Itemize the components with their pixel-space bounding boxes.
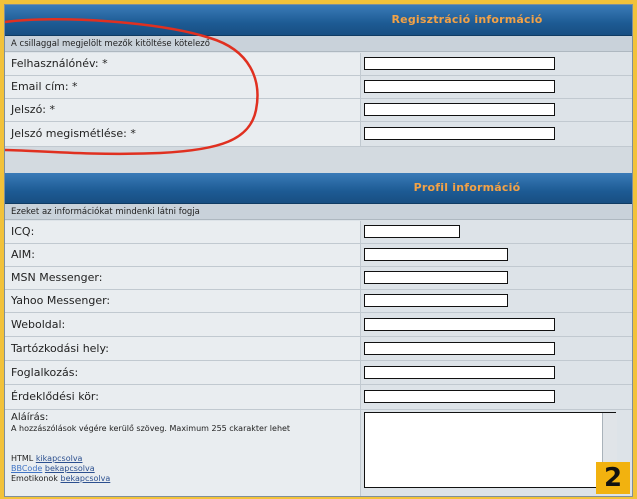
yahoo-input[interactable] xyxy=(364,294,508,307)
yahoo-label: Yahoo Messenger: xyxy=(11,294,111,307)
form-frame: Regisztráció információ A csillaggal meg… xyxy=(4,4,633,497)
msn-row: MSN Messenger: xyxy=(5,267,632,290)
msn-input[interactable] xyxy=(364,271,508,284)
signature-label: Aláírás: xyxy=(11,412,49,423)
profile-header: Profil információ xyxy=(5,173,632,204)
username-label: Felhasználónév: * xyxy=(11,57,108,70)
username-input[interactable] xyxy=(364,57,555,70)
email-label: Email cím: * xyxy=(11,80,78,93)
profile-title: Profil információ xyxy=(413,181,521,194)
html-prefix: HTML xyxy=(11,454,34,463)
occupation-input[interactable] xyxy=(364,366,555,379)
interests-label: Érdeklődési kör: xyxy=(11,390,99,403)
emoticons-status: Emotikonok bekapcsolva xyxy=(11,474,110,483)
aim-label: AIM: xyxy=(11,248,35,261)
password-confirm-label: Jelszó megismétlése: * xyxy=(11,127,136,140)
msn-label: MSN Messenger: xyxy=(11,271,103,284)
icq-input[interactable] xyxy=(364,225,460,238)
profile-note: Ezeket az információkat mindenki látni f… xyxy=(5,204,632,220)
signature-row: Aláírás: A hozzászólások végére kerülő s… xyxy=(5,410,632,496)
signature-textarea[interactable] xyxy=(364,412,616,488)
section-gap xyxy=(5,147,632,173)
emoticons-state-link[interactable]: bekapcsolva xyxy=(61,474,111,483)
html-status: HTML kikapcsolva xyxy=(11,454,82,463)
location-row: Tartózkodási hely: xyxy=(5,337,632,361)
occupation-row: Foglalkozás: xyxy=(5,361,632,385)
bbcode-link[interactable]: BBCode xyxy=(11,464,42,473)
password-row: Jelszó: * xyxy=(5,99,632,122)
email-input[interactable] xyxy=(364,80,555,93)
password-confirm-row: Jelszó megismétlése: * xyxy=(5,122,632,147)
email-row: Email cím: * xyxy=(5,76,632,99)
occupation-label: Foglalkozás: xyxy=(11,366,79,379)
password-label: Jelszó: * xyxy=(11,103,56,116)
website-input[interactable] xyxy=(364,318,555,331)
bbcode-status: BBCode bekapcsolva xyxy=(11,464,95,473)
password-input[interactable] xyxy=(364,103,555,116)
registration-title: Regisztráció információ xyxy=(391,13,543,26)
location-label: Tartózkodási hely: xyxy=(11,342,109,355)
html-state-link[interactable]: kikapcsolva xyxy=(36,454,83,463)
password-confirm-input[interactable] xyxy=(364,127,555,140)
aim-row: AIM: xyxy=(5,244,632,267)
icq-row: ICQ: xyxy=(5,221,632,244)
bbcode-state-link[interactable]: bekapcsolva xyxy=(45,464,95,473)
yahoo-row: Yahoo Messenger: xyxy=(5,290,632,313)
website-label: Weboldal: xyxy=(11,318,66,331)
signature-help: A hozzászólások végére kerülő szöveg. Ma… xyxy=(11,424,291,433)
aim-input[interactable] xyxy=(364,248,508,261)
interests-input[interactable] xyxy=(364,390,555,403)
website-row: Weboldal: xyxy=(5,313,632,337)
location-input[interactable] xyxy=(364,342,555,355)
icq-label: ICQ: xyxy=(11,225,35,238)
registration-header: Regisztráció információ xyxy=(5,5,632,36)
registration-note: A csillaggal megjelölt mezők kitöltése k… xyxy=(5,36,632,52)
interests-row: Érdeklődési kör: xyxy=(5,385,632,410)
page-number-badge: 2 xyxy=(596,462,630,494)
emoticons-prefix: Emotikonok xyxy=(11,474,58,483)
username-row: Felhasználónév: * xyxy=(5,53,632,76)
